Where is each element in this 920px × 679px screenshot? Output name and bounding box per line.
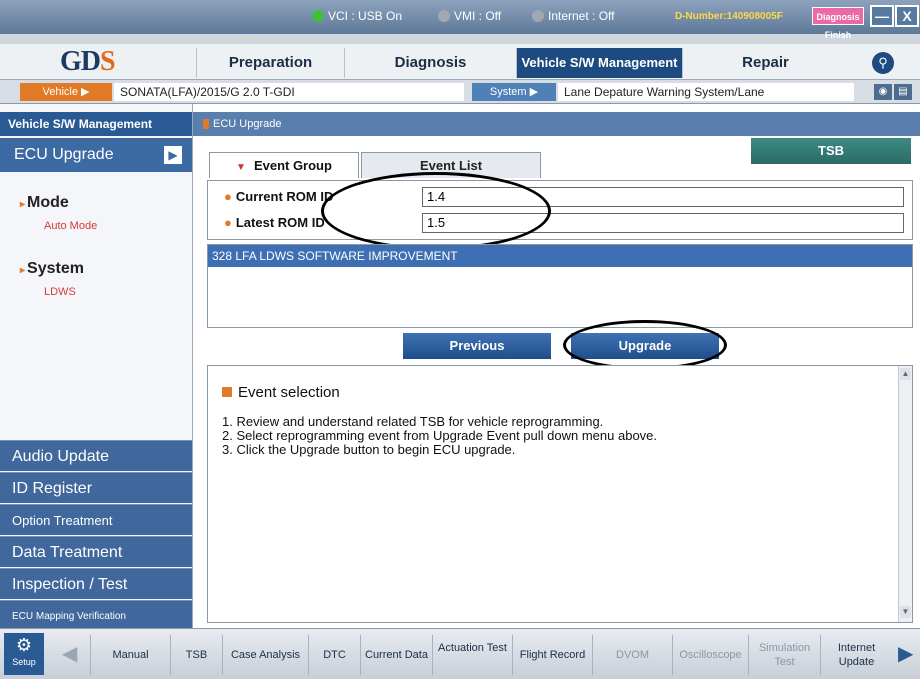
logo-s: S [100, 46, 116, 77]
internet-status: Internet : Off [532, 9, 614, 23]
highlight-ellipse-upgrade [563, 320, 727, 370]
sidebar-item-id-register[interactable]: ID Register [0, 472, 192, 503]
vehicle-select-button[interactable]: Vehicle ▶ [20, 83, 112, 101]
event-list: 328 LFA LDWS SOFTWARE IMPROVEMENT [207, 244, 913, 328]
toolbar-current-data[interactable]: Current Data [360, 635, 432, 675]
breadcrumb-marker-icon [203, 119, 209, 129]
bullet-icon: ● [224, 189, 232, 204]
main-content: ECU Upgrade ▼ Event Group Event List TSB … [192, 104, 920, 628]
triangle-icon: ▸ [20, 199, 26, 210]
bullet-icon: ● [224, 215, 232, 230]
vehicle-bar: Vehicle ▶ SONATA(LFA)/2015/G 2.0 T-GDI S… [0, 80, 920, 104]
logo-gd: GD [60, 46, 101, 77]
gds-logo: GDS [60, 46, 116, 78]
system-heading: ▸ System [20, 260, 84, 278]
bottom-toolbar: ⚙ Setup ◀ Manual TSB Case Analysis DTC Cu… [0, 628, 920, 679]
scroll-up-icon[interactable]: ▲ [900, 368, 911, 380]
status-bar: VCI : USB On VMI : Off Internet : Off D-… [0, 0, 920, 40]
breadcrumb: ECU Upgrade [193, 112, 920, 136]
previous-button[interactable]: Previous [403, 333, 551, 359]
vmi-status: VMI : Off [438, 9, 501, 23]
gds-window: VCI : USB On VMI : Off Internet : Off D-… [0, 0, 920, 679]
breadcrumb-text: ECU Upgrade [213, 118, 282, 130]
scroll-down-icon[interactable]: ▼ [900, 606, 911, 618]
info-scrollbar[interactable]: ▲ ▼ [898, 366, 912, 622]
info-title-text: Event selection [238, 384, 340, 401]
tab-vehicle-sw-management[interactable]: Vehicle S/W Management [516, 48, 682, 78]
system-select-button[interactable]: System ▶ [472, 83, 556, 101]
sidebar-header: Vehicle S/W Management [0, 112, 192, 136]
info-line-2: 2. Select reprogramming event from Upgra… [222, 428, 658, 443]
toolbar-oscilloscope[interactable]: Oscilloscope [672, 635, 748, 675]
highlight-ellipse-rom [321, 172, 551, 250]
tab-event-group[interactable]: ▼ Event Group [209, 152, 359, 178]
info-panel: Event selection 1. Review and understand… [207, 365, 913, 623]
tsb-button[interactable]: TSB [751, 138, 911, 164]
sidebar-item-ecu-upgrade[interactable]: ECU Upgrade ▶ [0, 138, 192, 172]
event-row[interactable]: 328 LFA LDWS SOFTWARE IMPROVEMENT [208, 245, 912, 267]
toolbar-manual[interactable]: Manual [90, 635, 170, 675]
info-line-3: 3. Click the Upgrade button to begin ECU… [222, 442, 516, 457]
current-rom-label: ● Current ROM ID [224, 189, 333, 204]
latest-rom-label: ● Latest ROM ID [224, 215, 325, 230]
info-marker-icon [222, 387, 232, 397]
vmi-indicator-icon [438, 10, 450, 22]
info-line-1: 1. Review and understand related TSB for… [222, 414, 604, 429]
mode-value: Auto Mode [44, 220, 98, 232]
toolbar-tsb[interactable]: TSB [170, 635, 222, 675]
mode-heading: ▸ Mode [20, 194, 69, 212]
sidebar-item-inspection-test[interactable]: Inspection / Test [0, 568, 192, 599]
sidebar-item-option-treatment[interactable]: Option Treatment [0, 504, 192, 535]
toolbar-case-analysis[interactable]: Case Analysis [222, 635, 308, 675]
vmi-status-text: VMI : Off [454, 9, 502, 23]
tab-event-group-label: Event Group [253, 158, 332, 173]
toolbar-simulation-test[interactable]: Simulation Test [748, 635, 820, 675]
system-label: System [27, 260, 84, 277]
sidebar-item-ecu-mapping[interactable]: ECU Mapping Verification [0, 600, 192, 631]
sidebar-item-audio-update[interactable]: Audio Update [0, 440, 192, 471]
d-number: D-Number:140908005F [675, 11, 783, 22]
camera-icon[interactable]: ◉ [874, 84, 892, 100]
toolbar-prev-icon[interactable]: ◀ [62, 641, 77, 667]
tab-diagnosis[interactable]: Diagnosis [344, 48, 516, 78]
mode-label: Mode [27, 194, 69, 211]
setup-label: Setup [12, 657, 36, 667]
print-icon[interactable]: ▤ [894, 84, 912, 100]
triangle-icon: ▸ [20, 265, 26, 276]
main-menu: GDS Preparation Diagnosis Vehicle S/W Ma… [0, 44, 920, 80]
system-value-sidebar: LDWS [44, 286, 76, 298]
toolbar-dvom[interactable]: DVOM [592, 635, 672, 675]
setup-icon: ⚙ [15, 635, 33, 655]
diagnosis-finish-button[interactable]: Diagnosis Finish [812, 7, 864, 40]
ecu-upgrade-label: ECU Upgrade [14, 146, 114, 163]
minimize-button[interactable]: — [870, 5, 894, 27]
toolbar-flight-record[interactable]: Flight Record [512, 635, 592, 675]
sidebar-item-data-treatment[interactable]: Data Treatment [0, 536, 192, 567]
vci-indicator-icon [312, 10, 324, 22]
vehicle-value: SONATA(LFA)/2015/G 2.0 T-GDI [114, 83, 464, 101]
tab-preparation[interactable]: Preparation [196, 48, 344, 78]
sidebar: Vehicle S/W Management ECU Upgrade ▶ ▸ Mod… [0, 104, 192, 631]
system-value: Lane Depature Warning System/Lane [558, 83, 854, 101]
close-button[interactable]: X [895, 5, 919, 27]
setup-button[interactable]: ⚙ Setup [4, 633, 44, 675]
vci-status: VCI : USB On [312, 9, 402, 23]
tab-repair[interactable]: Repair [682, 48, 848, 78]
latest-rom-label-text: Latest ROM ID [235, 215, 325, 230]
toolbar-internet-update[interactable]: Internet Update [820, 635, 892, 675]
internet-indicator-icon [532, 10, 544, 22]
rom-id-panel: ● Current ROM ID 1.4 ● Latest ROM ID 1.5 [207, 180, 913, 240]
toolbar-next-icon[interactable]: ▶ [898, 641, 913, 667]
current-rom-label-text: Current ROM ID [235, 189, 334, 204]
vci-status-text: VCI : USB On [328, 9, 403, 23]
search-icon[interactable]: ⚲ [872, 52, 894, 74]
toolbar-actuation-test[interactable]: Actuation Test [432, 635, 512, 675]
info-title: Event selection [222, 384, 340, 401]
toolbar-dtc[interactable]: DTC [308, 635, 360, 675]
chevron-right-icon: ▶ [164, 146, 182, 164]
dropdown-arrow-icon: ▼ [236, 162, 246, 173]
internet-status-text: Internet : Off [548, 9, 615, 23]
